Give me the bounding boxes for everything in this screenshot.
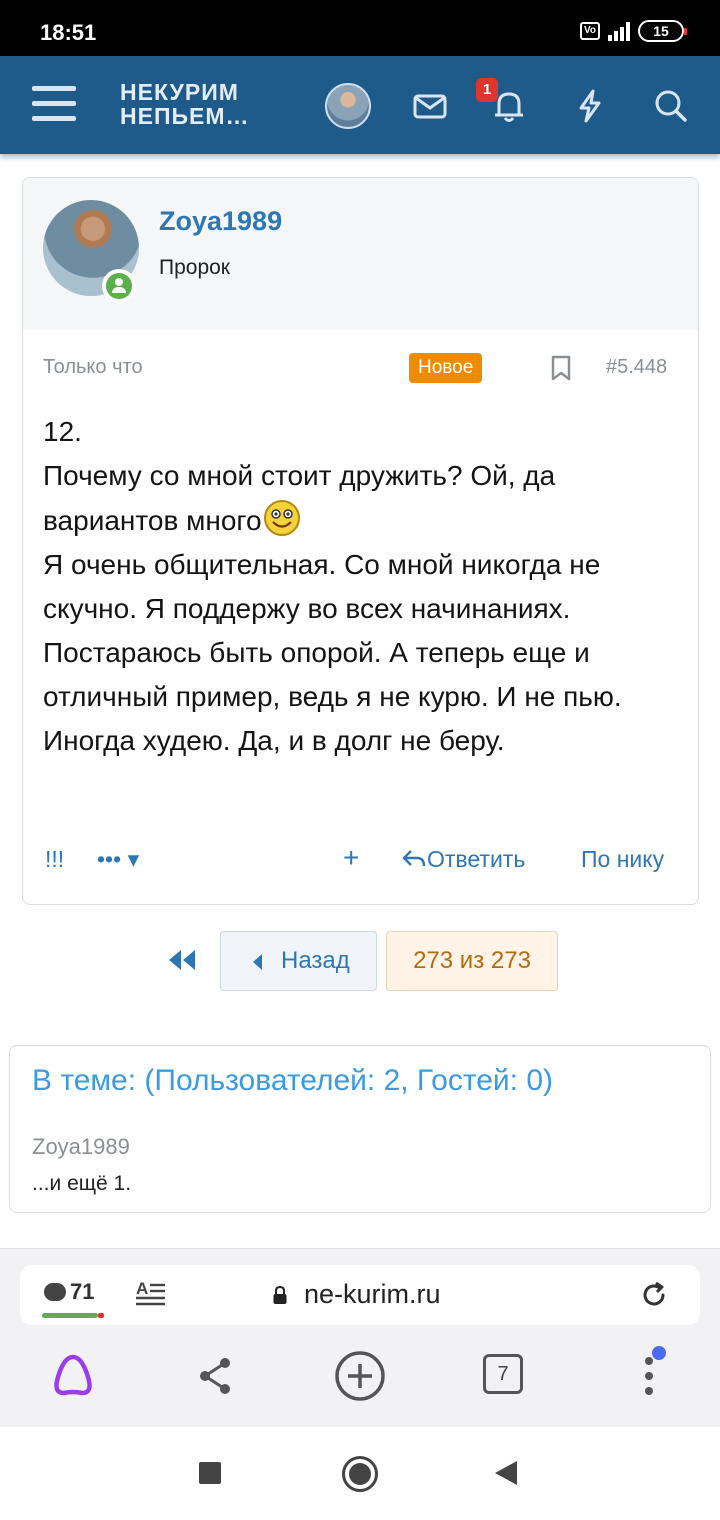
- recents-button[interactable]: [199, 1462, 221, 1484]
- svg-text:A: A: [136, 1279, 148, 1298]
- post-time[interactable]: Только что: [43, 356, 143, 379]
- smiley-icon: [263, 500, 300, 536]
- system-nav-bar: [0, 1426, 720, 1520]
- mail-icon[interactable]: [410, 86, 450, 126]
- tabs-button[interactable]: 7: [483, 1354, 523, 1394]
- caret-down-icon: ▾: [127, 846, 140, 872]
- new-tab-icon[interactable]: [333, 1349, 387, 1403]
- post-actions: !!! ••• ▾ + Ответить По нику: [43, 842, 683, 878]
- alice-icon[interactable]: [48, 1351, 98, 1401]
- volte-icon: Vo: [579, 22, 600, 40]
- author-title: Пророк: [159, 256, 230, 279]
- post-line: Почему со мной стоит дружить? Ой, да: [43, 460, 556, 491]
- reader-mode-icon[interactable]: A: [136, 1279, 166, 1307]
- browser-bar: 71 A ne-kurim.ru 7: [0, 1248, 720, 1426]
- bolt-icon[interactable]: [570, 86, 610, 126]
- home-button[interactable]: [342, 1456, 378, 1492]
- menu-notification-dot: [652, 1346, 666, 1360]
- battery-icon: 15: [638, 20, 687, 42]
- comments-count: 71: [70, 1279, 95, 1304]
- new-badge: Новое: [409, 353, 483, 383]
- browser-toolbar: 7: [0, 1343, 720, 1413]
- thread-viewers-more: ...и ещё 1.: [32, 1172, 132, 1195]
- app-header: НЕКУРИМ НЕПЬЕМ… 1: [0, 56, 720, 154]
- first-page-icon[interactable]: [166, 946, 198, 974]
- by-nick-link[interactable]: По нику: [581, 846, 664, 873]
- bookmark-icon[interactable]: [549, 354, 573, 382]
- site-logo[interactable]: НЕКУРИМ НЕПЬЕМ…: [120, 80, 250, 128]
- comments-button[interactable]: 71: [42, 1279, 104, 1318]
- online-status-icon: [102, 269, 136, 303]
- status-bar: 18:51 Vo 15: [0, 0, 720, 56]
- prev-page-button[interactable]: Назад: [220, 931, 377, 991]
- comments-rating-bar: [42, 1313, 104, 1318]
- url-text[interactable]: ne-kurim.ru: [304, 1279, 441, 1310]
- thread-viewers-title: В теме: (Пользователей: 2, Гостей: 0): [32, 1064, 554, 1097]
- back-arrow-icon: [253, 954, 262, 970]
- thread-viewer-user[interactable]: Zoya1989: [32, 1134, 130, 1160]
- multiquote-button[interactable]: +: [343, 842, 359, 874]
- more-label: •••: [97, 846, 122, 872]
- alerts-badge: 1: [476, 78, 498, 102]
- status-icons: Vo 15: [579, 20, 687, 42]
- thread-viewers-block: В теме: (Пользователей: 2, Гостей: 0) Zo…: [9, 1045, 711, 1213]
- post-number[interactable]: #5.448: [606, 356, 667, 379]
- menu-icon[interactable]: [32, 86, 76, 122]
- post-line: 12.: [43, 416, 82, 447]
- logo-line-2: НЕПЬЕМ…: [120, 103, 250, 129]
- post-body: 12. Почему со мной стоит дружить? Ой, да…: [43, 410, 683, 763]
- comments-icon: [44, 1283, 66, 1301]
- battery-level: 15: [653, 23, 669, 39]
- lock-icon: [273, 1285, 287, 1304]
- more-options-button[interactable]: ••• ▾: [97, 846, 139, 873]
- report-link[interactable]: !!!: [45, 846, 64, 873]
- share-icon[interactable]: [191, 1351, 241, 1401]
- reply-button[interactable]: Ответить: [401, 846, 525, 873]
- back-button[interactable]: [495, 1461, 517, 1485]
- search-icon[interactable]: [651, 86, 691, 126]
- reply-icon: [402, 850, 426, 867]
- account-avatar[interactable]: [325, 83, 371, 129]
- signal-icon: [608, 21, 630, 41]
- reply-label: Ответить: [427, 846, 526, 872]
- reload-icon[interactable]: [638, 1279, 670, 1311]
- post-author-box: Zoya1989 Пророк: [23, 178, 698, 330]
- prev-page-label: Назад: [281, 947, 350, 974]
- browser-menu-icon[interactable]: [645, 1357, 653, 1402]
- post-card: Zoya1989 Пророк Только что Новое #5.448 …: [22, 177, 699, 905]
- post-line: Я очень общительная. Со мной никогда не …: [43, 549, 622, 756]
- post-line: вариантов много: [43, 505, 262, 536]
- logo-line-1: НЕКУРИМ: [120, 79, 239, 105]
- url-bar[interactable]: 71 A ne-kurim.ru: [20, 1265, 700, 1325]
- author-username[interactable]: Zoya1989: [159, 206, 282, 237]
- page-indicator[interactable]: 273 из 273: [386, 931, 558, 991]
- status-time: 18:51: [40, 20, 97, 45]
